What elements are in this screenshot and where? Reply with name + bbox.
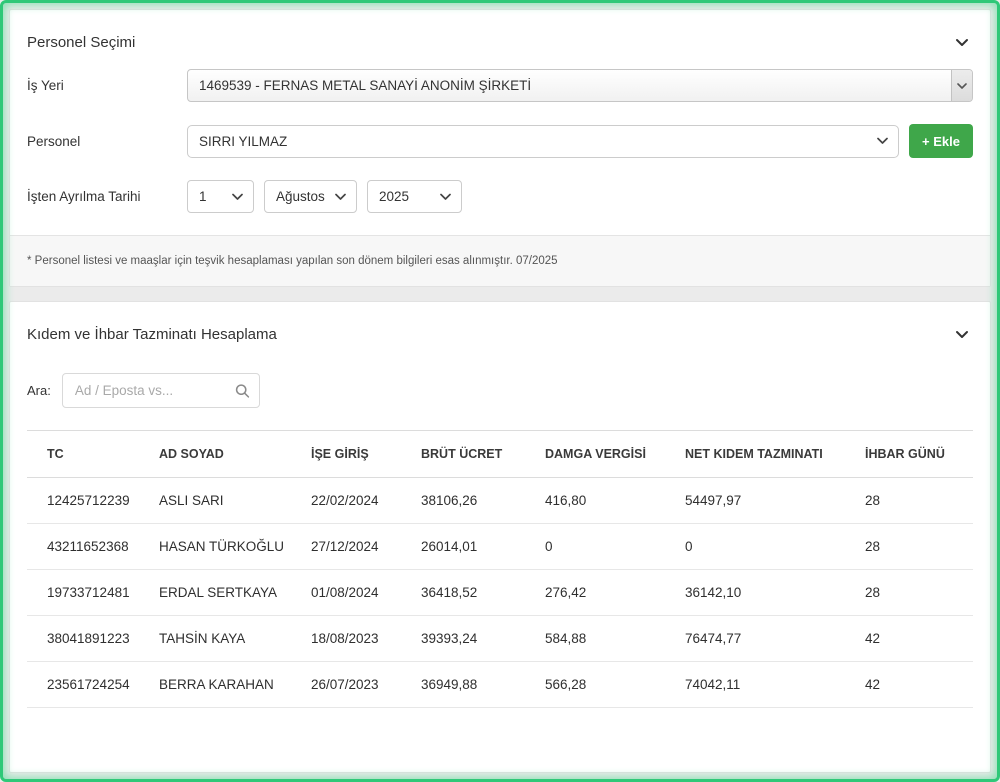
chevron-down-icon	[877, 138, 888, 145]
table-cell: 416,80	[537, 478, 677, 524]
ekle-button[interactable]: + Ekle	[909, 124, 973, 158]
ayrilma-tarihi-row: İşten Ayrılma Tarihi 1 Ağustos 2025	[27, 180, 973, 213]
table-cell: 38041891223	[27, 616, 151, 662]
isyeri-select-value: 1469539 - FERNAS METAL SANAYİ ANONİM ŞİR…	[188, 78, 972, 93]
table-cell: 566,28	[537, 662, 677, 708]
table-cell: 0	[677, 524, 857, 570]
kidem-ihbar-panel: Kıdem ve İhbar Tazminatı Hesaplama Ara:	[9, 301, 991, 773]
panel-header: Personel Seçimi	[10, 10, 990, 69]
isyeri-controls: 1469539 - FERNAS METAL SANAYİ ANONİM ŞİR…	[187, 69, 973, 102]
personel-row: Personel SIRRI YILMAZ + Ekle	[27, 124, 973, 158]
table-cell: 26/07/2023	[303, 662, 413, 708]
personel-secimi-panel: Personel Seçimi İş Yeri 1469539 - FERNAS…	[9, 9, 991, 287]
ayrilma-tarihi-label: İşten Ayrılma Tarihi	[27, 189, 187, 204]
table-cell: 38106,26	[413, 478, 537, 524]
chevron-down-icon	[232, 193, 243, 200]
table-cell: 0	[537, 524, 677, 570]
table-cell: ERDAL SERTKAYA	[151, 570, 303, 616]
panel-collapse-button[interactable]	[951, 326, 973, 343]
year-select[interactable]: 2025	[367, 180, 462, 213]
search-icon	[235, 383, 250, 398]
table-cell: 12425712239	[27, 478, 151, 524]
table-cell: 23561724254	[27, 662, 151, 708]
panel-title: Kıdem ve İhbar Tazminatı Hesaplama	[27, 326, 277, 343]
panel-header: Kıdem ve İhbar Tazminatı Hesaplama	[10, 302, 990, 361]
table-cell: 28	[857, 524, 973, 570]
table-cell: 42	[857, 616, 973, 662]
isyeri-row: İş Yeri 1469539 - FERNAS METAL SANAYİ AN…	[27, 69, 973, 102]
tazminat-table: TCAD SOYADİŞE GİRİŞBRÜT ÜCRETDAMGA VERGİ…	[27, 430, 973, 708]
table-cell: 36418,52	[413, 570, 537, 616]
column-header: AD SOYAD	[151, 431, 303, 478]
table-cell: 19733712481	[27, 570, 151, 616]
table-cell: 26014,01	[413, 524, 537, 570]
table-cell: BERRA KARAHAN	[151, 662, 303, 708]
search-input[interactable]	[62, 373, 260, 408]
search-label: Ara:	[27, 383, 51, 398]
table-row: 19733712481ERDAL SERTKAYA01/08/202436418…	[27, 570, 973, 616]
isyeri-label: İş Yeri	[27, 78, 187, 93]
day-select[interactable]: 1	[187, 180, 254, 213]
column-header: İŞE GİRİŞ	[303, 431, 413, 478]
month-select[interactable]: Ağustos	[264, 180, 357, 213]
isyeri-select[interactable]: 1469539 - FERNAS METAL SANAYİ ANONİM ŞİR…	[187, 69, 973, 102]
panel-title: Personel Seçimi	[27, 34, 135, 51]
ayrilma-tarihi-controls: 1 Ağustos 2025	[187, 180, 973, 213]
table-cell: 43211652368	[27, 524, 151, 570]
panel-collapse-button[interactable]	[951, 34, 973, 51]
table-cell: 28	[857, 478, 973, 524]
column-header: DAMGA VERGİSİ	[537, 431, 677, 478]
table-header-row: TCAD SOYADİŞE GİRİŞBRÜT ÜCRETDAMGA VERGİ…	[27, 431, 973, 478]
personel-select[interactable]: SIRRI YILMAZ	[187, 125, 899, 158]
day-select-value: 1	[188, 189, 253, 204]
page: Personel Seçimi İş Yeri 1469539 - FERNAS…	[0, 0, 1000, 782]
table-cell: 76474,77	[677, 616, 857, 662]
table-cell: 276,42	[537, 570, 677, 616]
table-cell: 39393,24	[413, 616, 537, 662]
personel-controls: SIRRI YILMAZ + Ekle	[187, 124, 973, 158]
table-cell: 28	[857, 570, 973, 616]
table-cell: 54497,97	[677, 478, 857, 524]
table-cell: 42	[857, 662, 973, 708]
table-cell: 584,88	[537, 616, 677, 662]
chevron-down-icon	[335, 193, 346, 200]
table-cell: ASLI SARI	[151, 478, 303, 524]
search-row: Ara:	[27, 373, 973, 408]
chevron-down-icon	[951, 70, 972, 101]
chevron-down-icon	[440, 193, 451, 200]
chevron-down-icon	[955, 327, 969, 342]
tazminat-table-wrap: TCAD SOYADİŞE GİRİŞBRÜT ÜCRETDAMGA VERGİ…	[27, 430, 973, 708]
column-header: BRÜT ÜCRET	[413, 431, 537, 478]
panel-footnote: * Personel listesi ve maaşlar için teşvi…	[10, 235, 990, 286]
table-cell: 22/02/2024	[303, 478, 413, 524]
table-row: 43211652368HASAN TÜRKOĞLU27/12/202426014…	[27, 524, 973, 570]
table-cell: 74042,11	[677, 662, 857, 708]
search-box	[62, 373, 260, 408]
table-row: 23561724254BERRA KARAHAN26/07/202336949,…	[27, 662, 973, 708]
column-header: TC	[27, 431, 151, 478]
table-cell: TAHSİN KAYA	[151, 616, 303, 662]
chevron-down-icon	[955, 35, 969, 50]
personel-label: Personel	[27, 134, 187, 149]
table-cell: 36142,10	[677, 570, 857, 616]
table-cell: HASAN TÜRKOĞLU	[151, 524, 303, 570]
table-cell: 01/08/2024	[303, 570, 413, 616]
column-header: NET KIDEM TAZMINATI	[677, 431, 857, 478]
table-body: 12425712239ASLI SARI22/02/202438106,2641…	[27, 478, 973, 708]
table-cell: 27/12/2024	[303, 524, 413, 570]
personel-select-value: SIRRI YILMAZ	[188, 134, 898, 149]
table-row: 12425712239ASLI SARI22/02/202438106,2641…	[27, 478, 973, 524]
table-row: 38041891223TAHSİN KAYA18/08/202339393,24…	[27, 616, 973, 662]
table-cell: 18/08/2023	[303, 616, 413, 662]
table-cell: 36949,88	[413, 662, 537, 708]
column-header: İHBAR GÜNÜ	[857, 431, 973, 478]
